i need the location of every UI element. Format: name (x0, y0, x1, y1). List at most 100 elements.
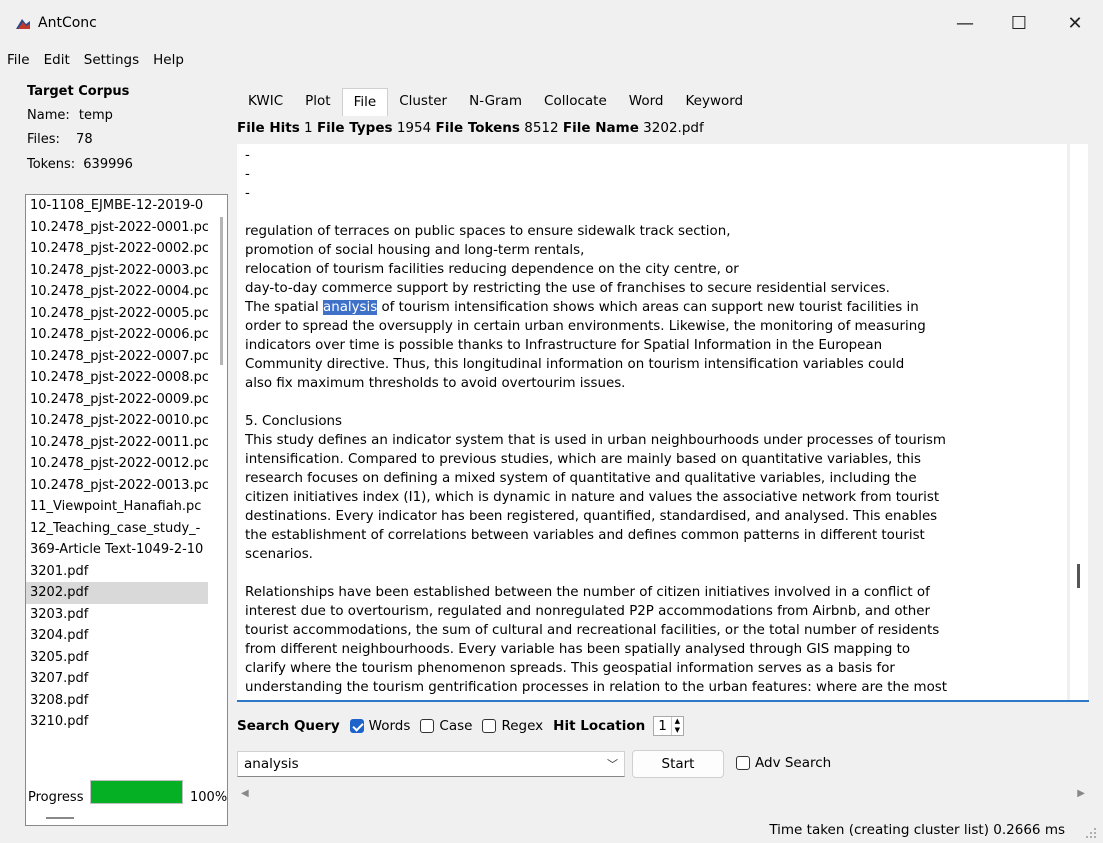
file-list-item[interactable]: 12_Teaching_case_study_- (26, 518, 208, 540)
text-view-scroll-thumb[interactable] (1077, 564, 1080, 588)
corpus-file-list[interactable]: 10-1108_EJMBE-12-2019-0 10.2478_pjst-2022… (25, 194, 228, 826)
file-list-item[interactable]: 10.2478_pjst-2022-0011.pc (26, 432, 208, 454)
text-line: interest due to overtourism, regulated a… (245, 604, 931, 619)
regex-label: Regex (501, 718, 544, 734)
close-button[interactable]: ✕ (1052, 0, 1098, 46)
resize-grip-icon[interactable] (1085, 827, 1097, 839)
file-list-item[interactable]: 3203.pdf (26, 604, 208, 626)
menu-help[interactable]: Help (146, 48, 191, 74)
scroll-right-icon[interactable]: ▶ (1077, 788, 1085, 799)
words-label: Words (368, 718, 411, 734)
progress-percent: 100% (190, 790, 228, 805)
text-line: from different neighbourhoods. Every var… (245, 642, 911, 657)
spin-arrows-icon[interactable]: ▲ ▼ (670, 717, 683, 735)
file-list-item[interactable]: 3202.pdf (26, 582, 208, 604)
text-line: order to spread the oversupply in certai… (245, 319, 926, 334)
file-list-item[interactable]: 10.2478_pjst-2022-0001.pc (26, 217, 208, 239)
corpus-name-label: Name: (27, 108, 70, 123)
start-button[interactable]: Start (632, 750, 724, 778)
search-query-label: Search Query (237, 718, 340, 734)
text-view-border (237, 700, 1089, 702)
scroll-left-icon[interactable]: ◀ (241, 788, 249, 799)
file-list-item[interactable]: 3201.pdf (26, 561, 208, 583)
menu-bar: File Edit Settings Help (0, 48, 191, 74)
file-list-item[interactable]: 10.2478_pjst-2022-0003.pc (26, 260, 208, 282)
file-list-item[interactable]: 10.2478_pjst-2022-0013.pc (26, 475, 208, 497)
file-list-item[interactable]: 3204.pdf (26, 625, 208, 647)
file-list-item[interactable]: 10.2478_pjst-2022-0009.pc (26, 389, 208, 411)
case-label: Case (439, 718, 473, 734)
file-list-item[interactable]: 10.2478_pjst-2022-0010.pc (26, 410, 208, 432)
title-bar: AntConc — ☐ ✕ (0, 0, 1103, 48)
text-line: research focuses on defining a mixed sys… (245, 471, 917, 486)
minimize-button[interactable]: — (942, 0, 988, 46)
file-list-item[interactable]: 3210.pdf (26, 711, 208, 733)
case-checkbox[interactable] (420, 719, 435, 733)
text-line: regulation of terraces on public spaces … (245, 224, 731, 239)
file-list-item[interactable]: 3207.pdf (26, 668, 208, 690)
file-hits-label: File Hits (237, 120, 300, 136)
text-line: Community directive. Thus, this longitud… (245, 357, 905, 372)
file-list-item[interactable]: 3205.pdf (26, 647, 208, 669)
file-list-item[interactable]: 369-Article Text-1049-2-10 (26, 539, 208, 561)
tab-plot[interactable]: Plot (294, 88, 341, 116)
search-options: Search Query Words Case Regex Hit Locati… (237, 715, 684, 737)
chevron-down-icon[interactable]: ﹀ (607, 756, 618, 772)
file-list-scrollbar[interactable] (220, 217, 223, 365)
tab-word[interactable]: Word (618, 88, 675, 116)
file-name-label: File Name (562, 120, 639, 136)
tab-cluster[interactable]: Cluster (388, 88, 458, 116)
file-list-item[interactable]: 10.2478_pjst-2022-0002.pc (26, 238, 208, 260)
tab-file[interactable]: File (341, 88, 389, 116)
status-text: Time taken (creating cluster list) 0.266… (769, 822, 1065, 838)
menu-settings[interactable]: Settings (77, 48, 146, 74)
search-query-input[interactable]: analysis (237, 751, 625, 777)
tab-keyword[interactable]: Keyword (674, 88, 754, 116)
tool-tabs: KWIC Plot File Cluster N-Gram Collocate Word Ke… (237, 88, 754, 116)
file-list-item[interactable]: 11_Viewpoint_Hanafiah.pc (26, 496, 208, 518)
file-list-item[interactable]: 3208.pdf (26, 690, 208, 712)
adv-search-checkbox[interactable] (736, 756, 750, 770)
file-list-item[interactable]: 10.2478_pjst-2022-0012.pc (26, 453, 208, 475)
file-list-item[interactable]: 10.2478_pjst-2022-0008.pc (26, 367, 208, 389)
file-hits-value: 1 (304, 120, 313, 136)
horizontal-scrollbar[interactable]: ◀ ▶ (237, 786, 1089, 804)
menu-file[interactable]: File (0, 48, 37, 74)
text-view-scrollbar[interactable] (1070, 144, 1088, 700)
file-types-value: 1954 (396, 120, 432, 136)
file-list-item[interactable]: 10.2478_pjst-2022-0005.pc (26, 303, 208, 325)
text-line: - (245, 148, 250, 163)
corpus-name: Name: temp (27, 108, 113, 123)
file-list-item[interactable]: 10-1108_EJMBE-12-2019-0 (26, 195, 208, 217)
text-line: the establishment of correlations betwee… (245, 528, 925, 543)
text-line: Relationships have been established betw… (245, 585, 930, 600)
corpus-tokens-label: Tokens: (27, 157, 76, 172)
hit-line-before: The spatial (245, 300, 323, 315)
file-list-item[interactable]: 10.2478_pjst-2022-0004.pc (26, 281, 208, 303)
hit-location-spinbox[interactable]: 1 ▲ ▼ (653, 716, 684, 736)
hit-line: The spatial analysis of tourism intensif… (245, 298, 1059, 317)
regex-checkbox[interactable] (482, 719, 497, 733)
search-hit-highlight: analysis (323, 300, 378, 315)
hit-location-label: Hit Location (553, 718, 646, 734)
tab-n-gram[interactable]: N-Gram (458, 88, 533, 116)
file-list-hscroll[interactable] (46, 817, 74, 819)
adv-search-label: Adv Search (755, 755, 832, 771)
maximize-icon: ☐ (1010, 12, 1028, 34)
menu-edit[interactable]: Edit (37, 48, 77, 74)
tab-kwic[interactable]: KWIC (237, 88, 294, 116)
text-line: promotion of social housing and long-ter… (245, 243, 585, 258)
text-line: - (245, 167, 250, 182)
text-line: - (245, 186, 250, 201)
text-line: also fix maximum thresholds to avoid ove… (245, 376, 626, 391)
text-line: intensification. Compared to previous st… (245, 452, 921, 467)
words-checkbox[interactable] (349, 719, 364, 733)
text-line: indicators over time is possible thanks … (245, 338, 883, 353)
file-list-item[interactable]: 10.2478_pjst-2022-0006.pc (26, 324, 208, 346)
file-text-view[interactable]: - - - regulation of terraces on public spa… (237, 144, 1067, 700)
corpus-files-label: Files: (27, 132, 60, 147)
file-list-item[interactable]: 10.2478_pjst-2022-0007.pc (26, 346, 208, 368)
tab-collocate[interactable]: Collocate (533, 88, 618, 116)
maximize-button[interactable]: ☐ (996, 0, 1042, 46)
file-types-label: File Types (316, 120, 393, 136)
